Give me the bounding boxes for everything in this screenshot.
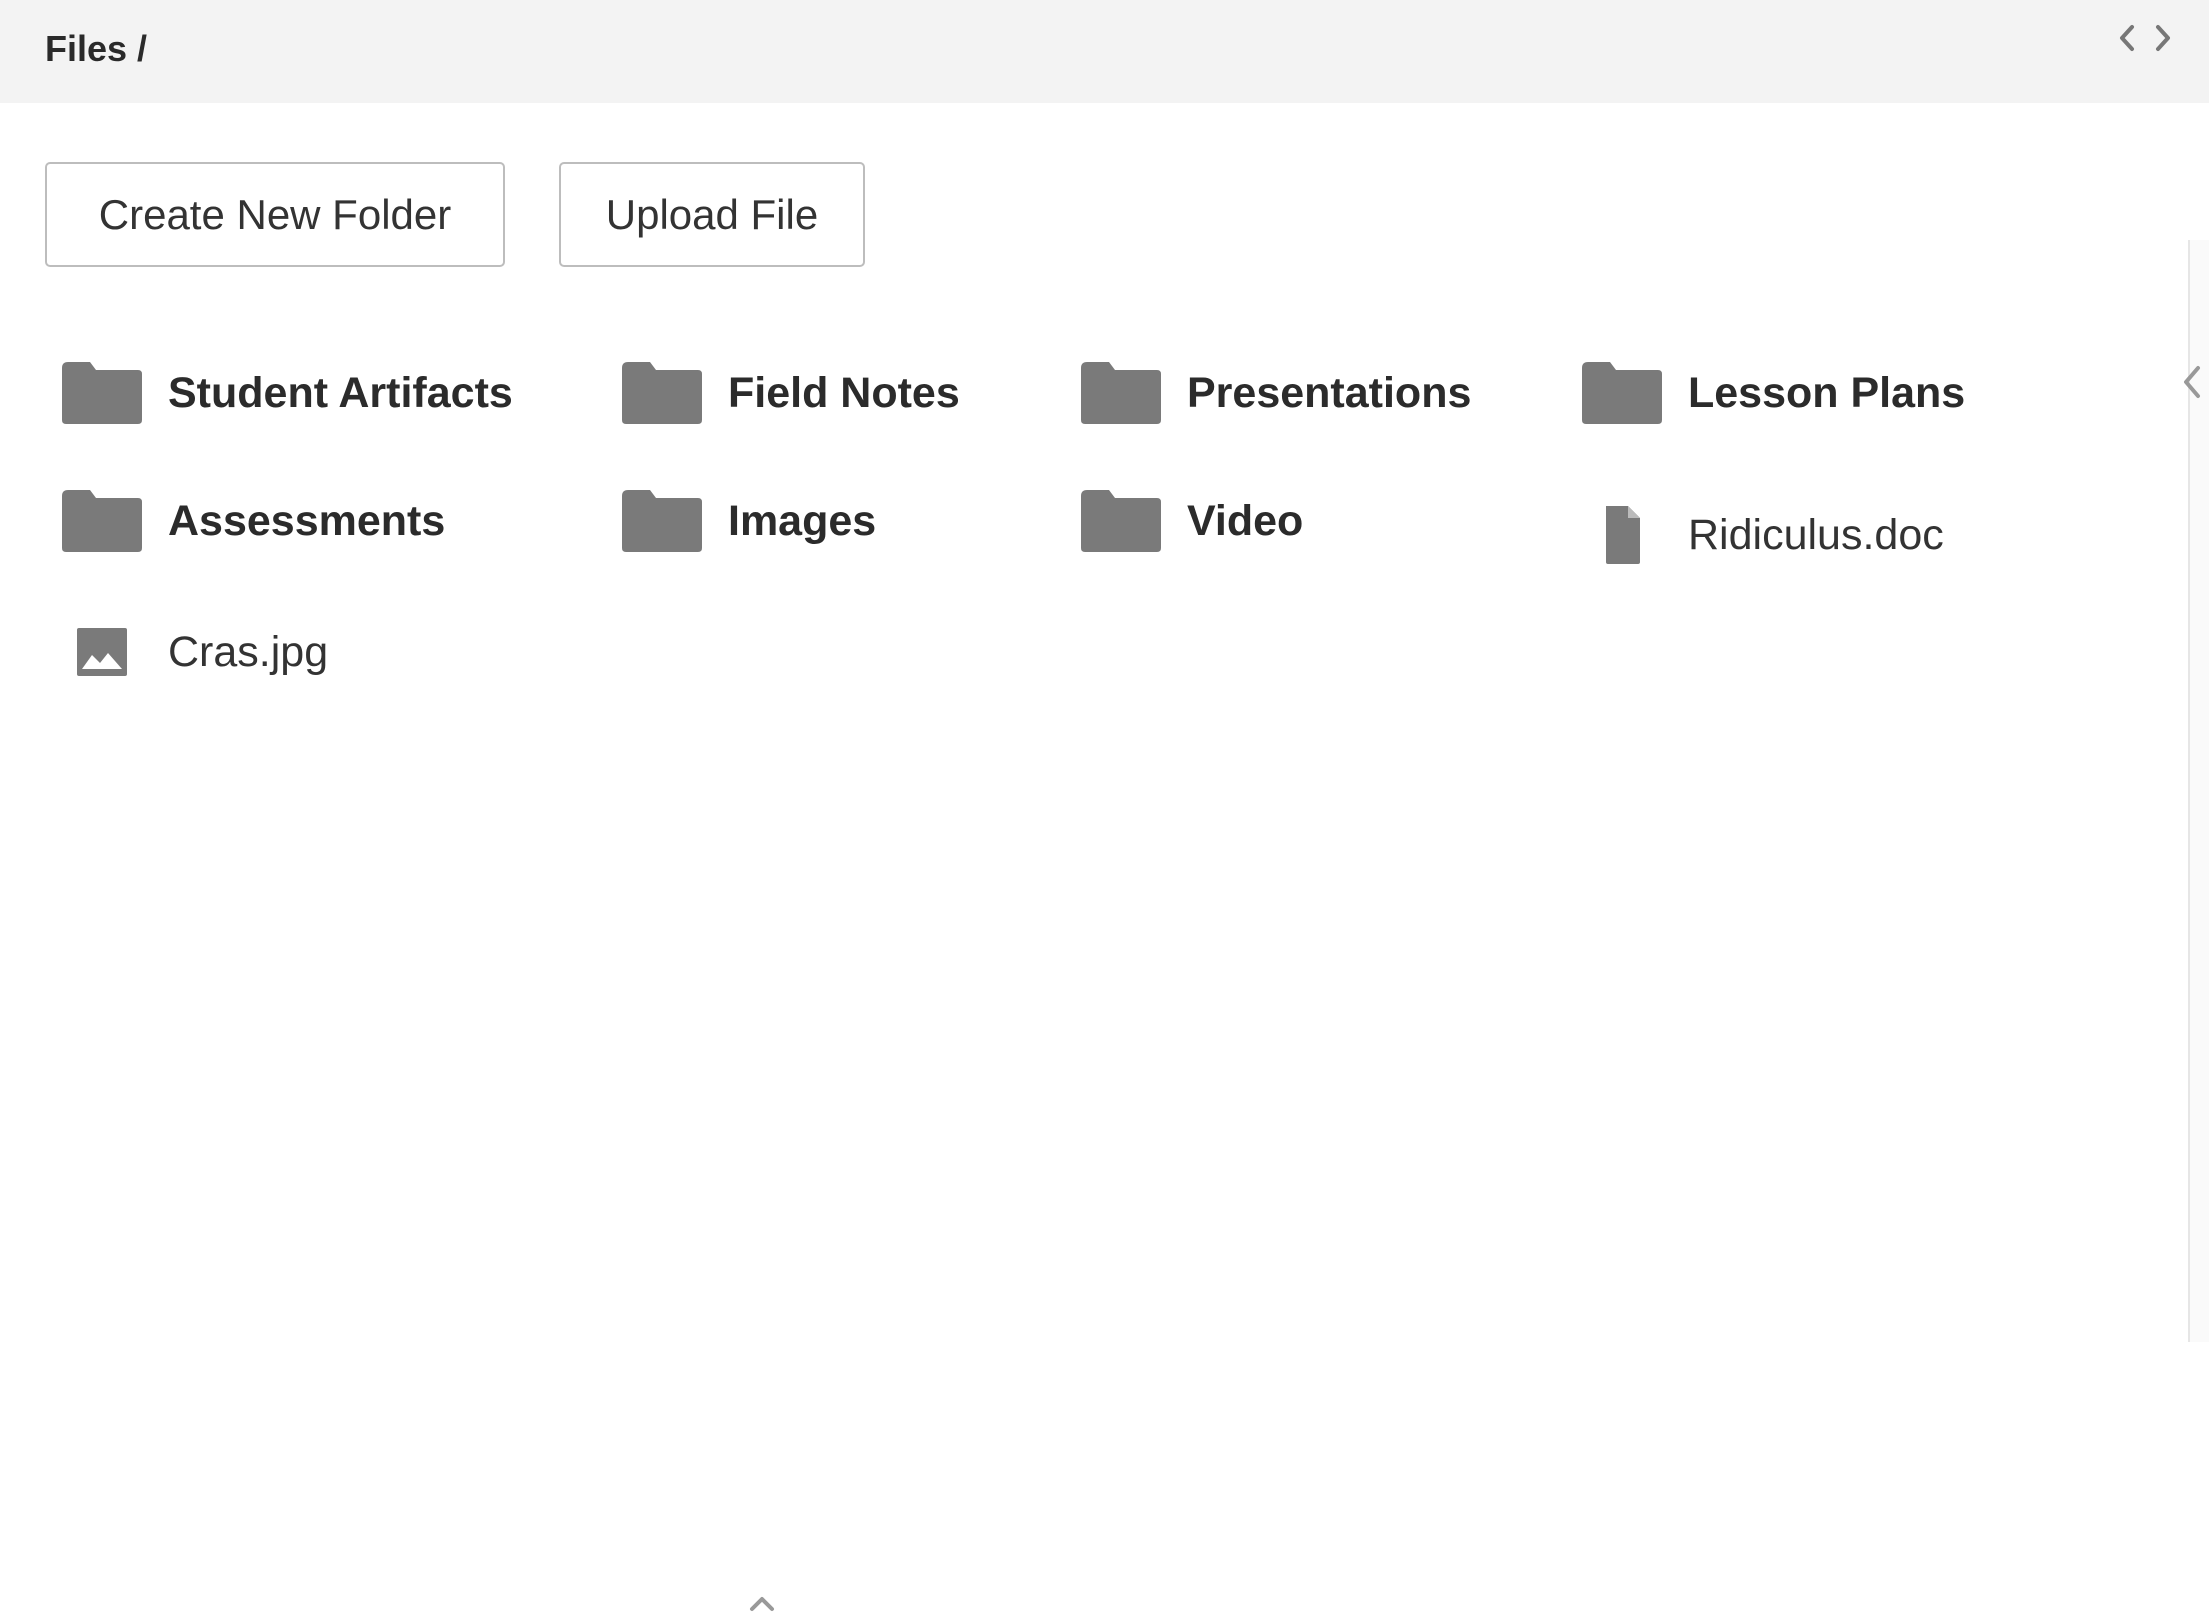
file-item-cras-jpg[interactable]: Cras.jpg bbox=[60, 607, 328, 697]
chevron-left-icon[interactable] bbox=[2178, 362, 2206, 402]
chevron-up-icon[interactable] bbox=[744, 1595, 780, 1612]
upload-file-button[interactable]: Upload File bbox=[559, 162, 865, 267]
folder-item-images[interactable]: Images bbox=[620, 476, 876, 566]
folder-icon bbox=[60, 358, 144, 428]
folder-item-presentations[interactable]: Presentations bbox=[1079, 348, 1471, 438]
folder-icon bbox=[620, 358, 704, 428]
scrollbar[interactable] bbox=[2188, 240, 2209, 1342]
file-item-ridiculus-doc[interactable]: Ridiculus.doc bbox=[1580, 490, 1944, 580]
folder-item-student-artifacts[interactable]: Student Artifacts bbox=[60, 348, 513, 438]
folder-item-lesson-plans[interactable]: Lesson Plans bbox=[1580, 348, 1965, 438]
item-label: Ridiculus.doc bbox=[1688, 510, 1944, 559]
folder-icon bbox=[1079, 358, 1163, 428]
folder-icon bbox=[60, 486, 144, 556]
folder-icon bbox=[620, 486, 704, 556]
item-label: Images bbox=[728, 496, 877, 545]
folder-item-assessments[interactable]: Assessments bbox=[60, 476, 445, 566]
item-label: Assessments bbox=[168, 496, 446, 545]
folder-item-video[interactable]: Video bbox=[1079, 476, 1303, 566]
folder-item-field-notes[interactable]: Field Notes bbox=[620, 348, 960, 438]
image-icon bbox=[60, 617, 144, 687]
code-icon[interactable] bbox=[2118, 18, 2172, 58]
files-header-bar: Files / bbox=[0, 0, 2209, 103]
create-new-folder-button[interactable]: Create New Folder bbox=[45, 162, 505, 267]
folder-icon bbox=[1079, 486, 1163, 556]
item-label: Video bbox=[1187, 496, 1304, 545]
item-label: Lesson Plans bbox=[1688, 368, 1966, 417]
folder-icon bbox=[1580, 358, 1664, 428]
document-icon bbox=[1580, 500, 1664, 570]
item-label: Field Notes bbox=[728, 368, 960, 417]
item-label: Cras.jpg bbox=[168, 627, 329, 676]
item-label: Presentations bbox=[1187, 368, 1472, 417]
item-label: Student Artifacts bbox=[168, 368, 513, 417]
breadcrumb[interactable]: Files / bbox=[45, 28, 147, 70]
